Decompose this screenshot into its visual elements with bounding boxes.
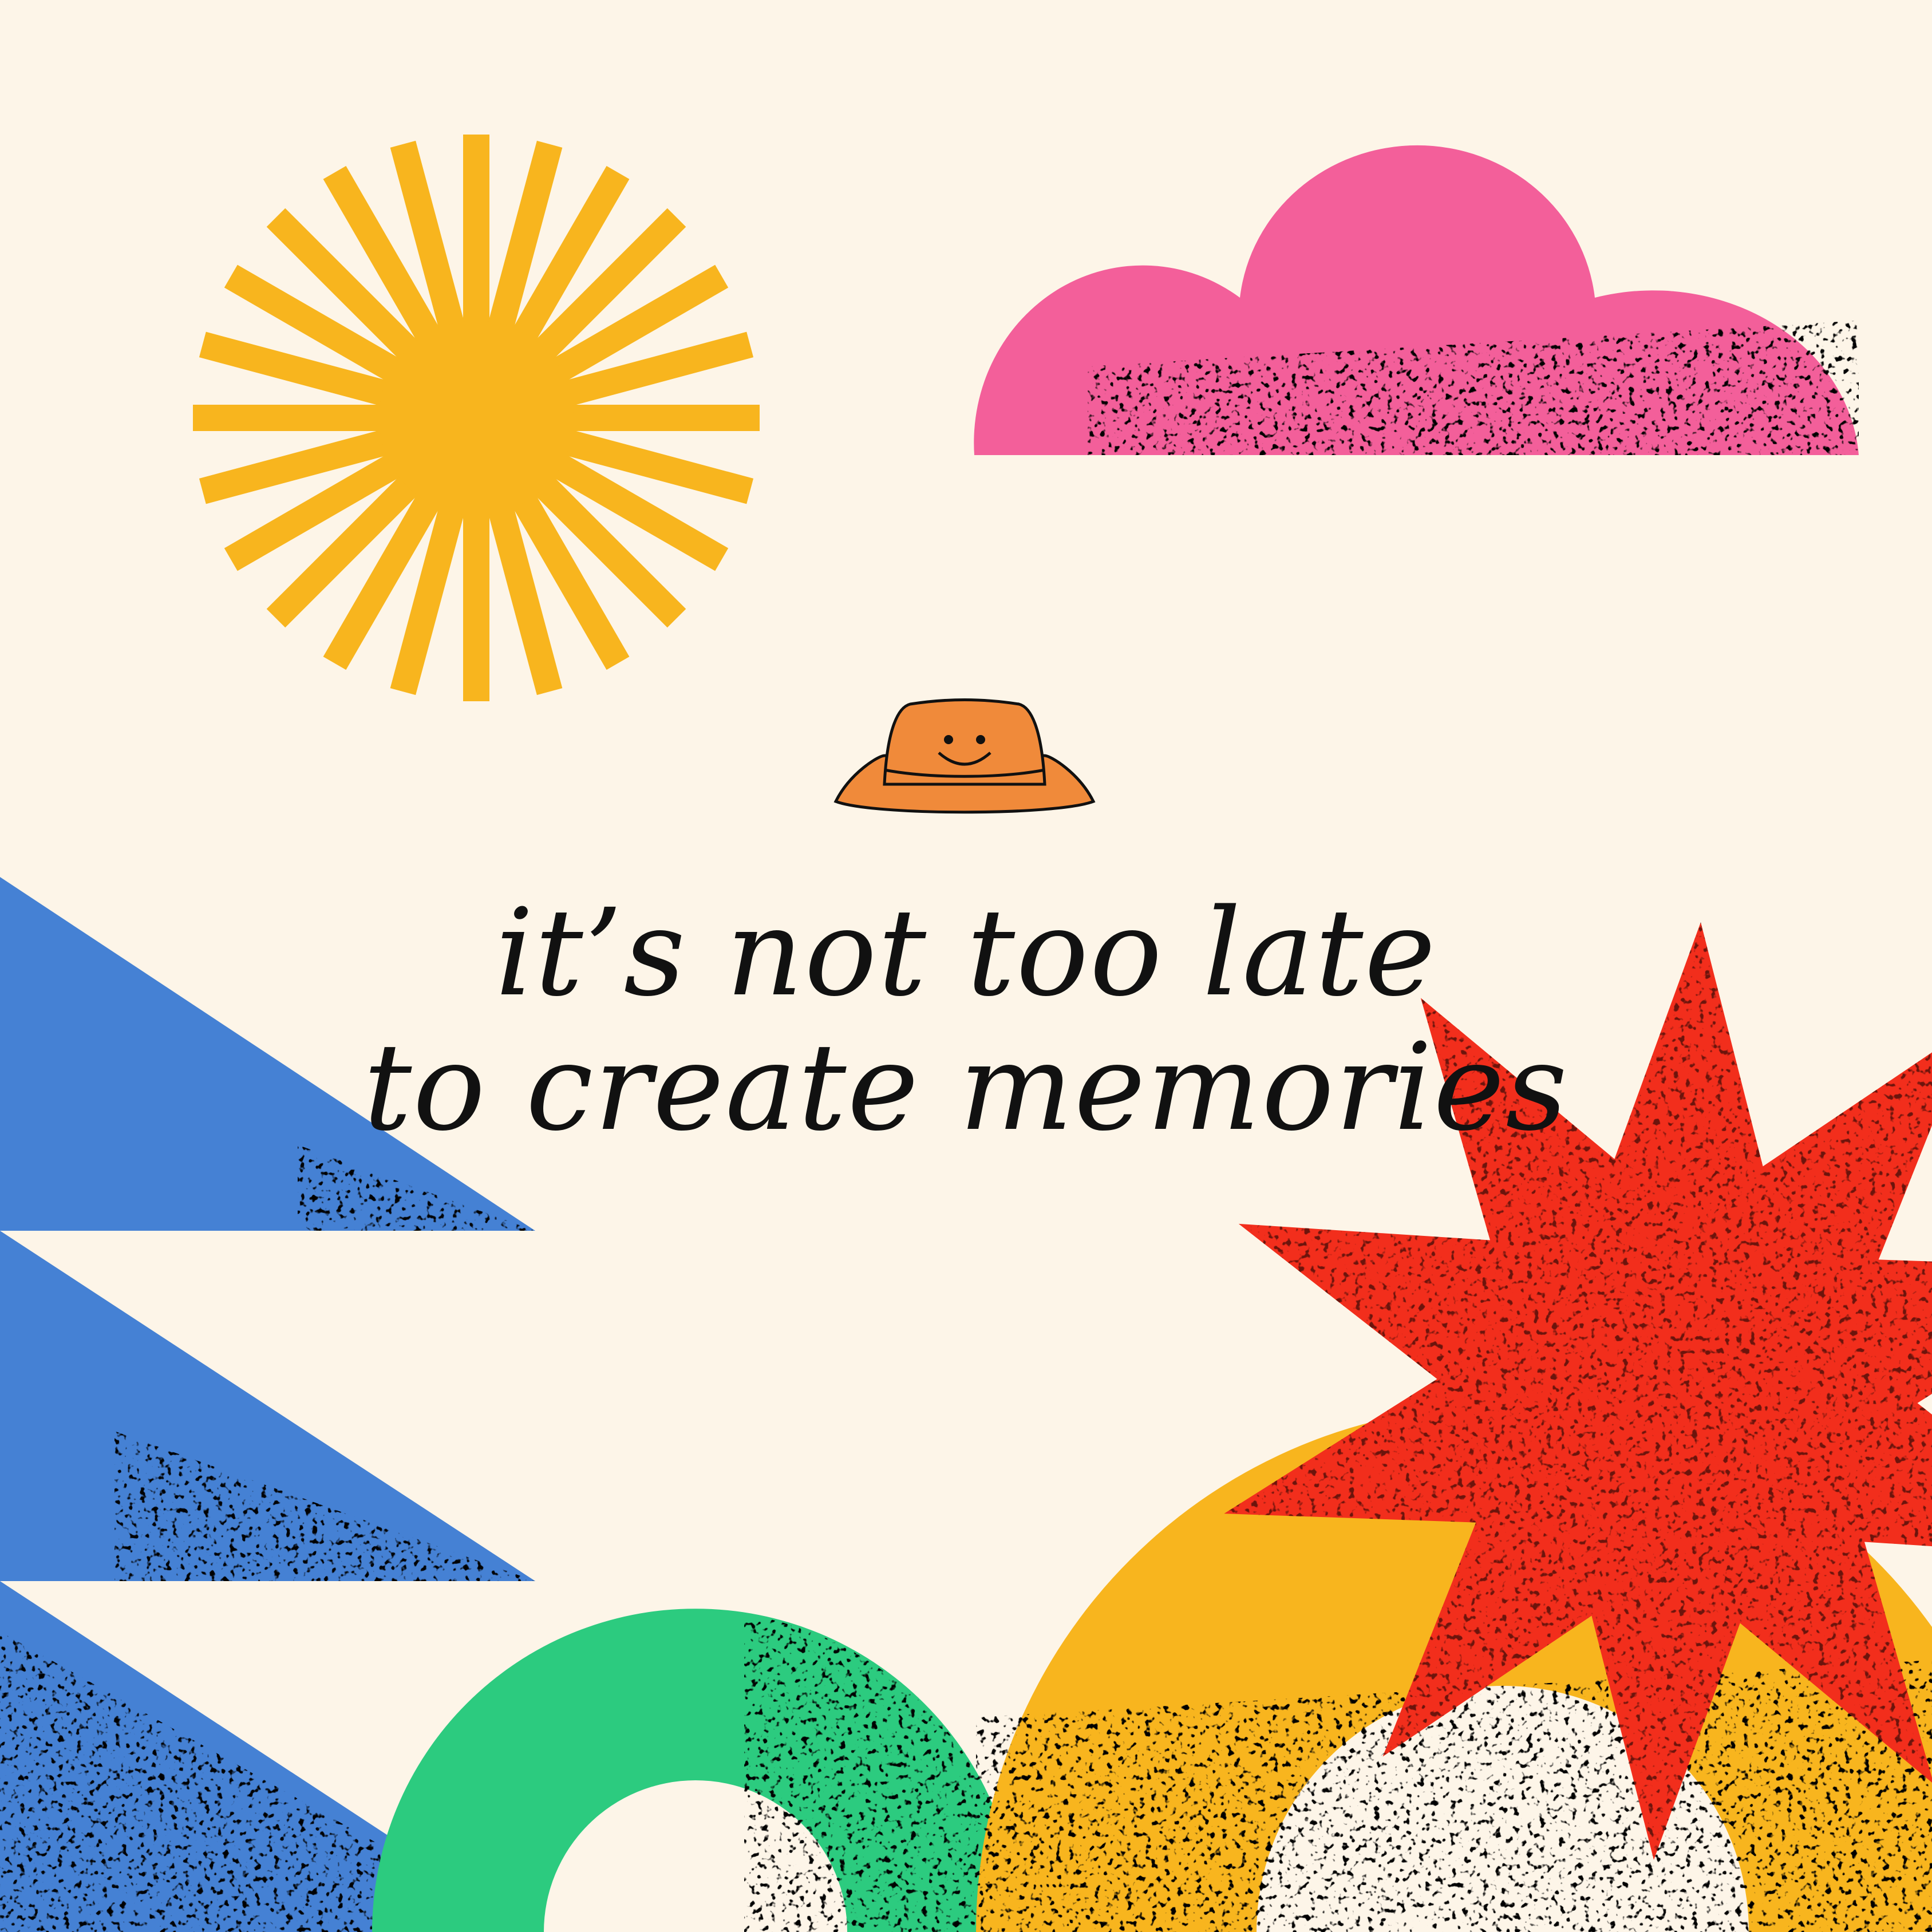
sun-icon xyxy=(193,135,760,701)
green-arch xyxy=(372,1609,1019,1932)
bucket-hat-icon xyxy=(833,698,1096,814)
headline-line-1: it’s not too late xyxy=(495,883,1437,1023)
cloud-icon xyxy=(974,145,1859,455)
headline-line-2: to create memories xyxy=(363,1017,1569,1157)
poster-canvas: it’s not too late to create memories xyxy=(0,0,1932,1932)
